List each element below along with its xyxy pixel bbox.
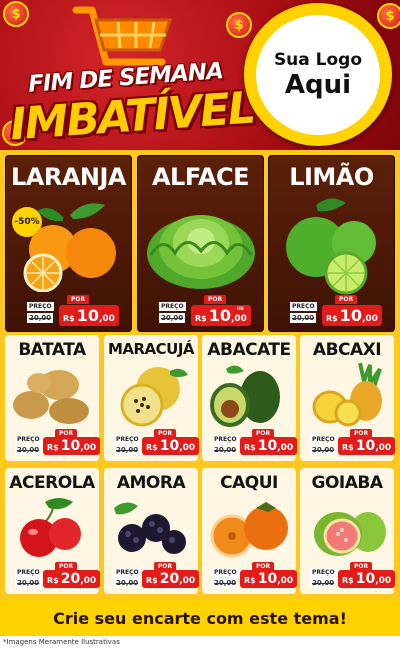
old-price: 20,00	[290, 313, 317, 323]
sale-price: R$ 10,00	[43, 437, 101, 455]
old-price: 20,00	[212, 445, 239, 455]
unit-label: UN	[237, 306, 244, 311]
disclaimer-bar: *Imagens Meramente Ilustrativas	[0, 636, 400, 650]
header-banner: $ $ $ $ FIM DE SEMANA IMBATÍVEL Sua Logo…	[0, 0, 400, 150]
sale-price: R$ 10,00	[322, 305, 382, 326]
logo-text-line1: Sua Logo	[273, 49, 363, 70]
featured-card: ALFACE PREÇO POR 20,00 R$ 10,00 UN	[137, 155, 264, 332]
old-price: 20,00	[114, 578, 141, 588]
old-price: 20,00	[114, 445, 141, 455]
acerola-icon	[20, 498, 81, 557]
orange-icon	[23, 203, 116, 292]
old-price: 20,00	[310, 578, 337, 588]
lettuce-icon	[147, 215, 255, 289]
product-name: LARANJA	[10, 163, 127, 191]
por-label: POR	[335, 295, 358, 304]
product-name: ALFACE	[151, 163, 250, 191]
sale-price: R$ 10,00	[338, 437, 396, 455]
logo-text-line2: Aqui	[284, 69, 352, 100]
coin-icon: $	[3, 1, 29, 27]
preco-label: PREÇO	[212, 435, 239, 444]
pineapple-icon	[312, 362, 382, 427]
price-tag: PREÇO POR 20,00 R$ 10,00 UN	[159, 295, 251, 328]
old-price: 20,00	[310, 445, 337, 455]
price-tag: PREÇO POR 20,00 R$ 10,00	[27, 295, 119, 328]
product-name: ACEROLA	[9, 473, 95, 493]
preco-label: PREÇO	[310, 568, 337, 577]
sale-price: R$ 10,00	[338, 570, 396, 588]
headline: FIM DE SEMANA IMBATÍVEL	[8, 55, 256, 150]
por-label: POR	[67, 295, 90, 304]
old-price: 20,00	[15, 578, 42, 588]
price-tag: PREÇO POR 20,00 R$ 10,00	[114, 429, 200, 457]
product-card: AMORA PREÇO POR 20,00 R$ 20,00	[104, 468, 200, 594]
product-card: ABACATE PREÇO POR 20,00 R$ 10,00	[202, 335, 298, 461]
price-tag: PREÇO POR 20,00 R$ 10,00	[212, 429, 298, 457]
preco-label: PREÇO	[310, 435, 337, 444]
coin-icon: $	[377, 3, 400, 29]
passionfruit-icon	[120, 367, 188, 427]
price-tag: PREÇO POR 20,00 R$ 10,00	[290, 295, 382, 328]
preco-label: PREÇO	[212, 568, 239, 577]
old-price: 20,00	[27, 313, 54, 323]
coin-icon: $	[226, 12, 252, 38]
por-label: POR	[204, 295, 227, 304]
preco-label: PREÇO	[15, 435, 42, 444]
product-name: MARACUJÁ	[107, 340, 195, 358]
product-grid: LARANJA -50% PREÇO POR 20,00 R$ 10,00 AL…	[0, 150, 400, 600]
sale-price: R$ 10,00	[59, 305, 119, 326]
price-tag: PREÇO POR 20,00 R$ 20,00	[114, 562, 200, 590]
avocado-icon	[210, 365, 280, 427]
price-tag: PREÇO POR 20,00 R$ 20,00	[15, 562, 101, 590]
price-tag: PREÇO POR 20,00 R$ 10,00	[212, 562, 298, 590]
product-card: ACEROLA PREÇO POR 20,00 R$ 20,00	[5, 468, 101, 594]
sale-price: R$ 10,00	[240, 570, 298, 588]
product-card: GOIABA PREÇO POR 20,00 R$ 10,00	[300, 468, 396, 594]
product-name: CAQUI	[220, 473, 278, 493]
cta-banner[interactable]: Crie seu encarte com este tema!	[0, 600, 400, 636]
product-name: BATATA	[18, 340, 86, 360]
lime-icon	[286, 198, 376, 295]
flyer: $ $ $ $ FIM DE SEMANA IMBATÍVEL Sua Logo…	[0, 0, 400, 650]
product-name: LIMÃO	[289, 163, 374, 191]
cta-text: Crie seu encarte com este tema!	[53, 608, 347, 628]
product-name: ABACATE	[207, 340, 291, 360]
preco-label: PREÇO	[159, 302, 186, 311]
price-tag: PREÇO POR 20,00 R$ 10,00	[15, 429, 101, 457]
preco-label: PREÇO	[15, 568, 42, 577]
price-tag: PREÇO POR 20,00 R$ 10,00	[310, 429, 396, 457]
blackberry-icon	[114, 502, 186, 554]
preco-label: PREÇO	[114, 435, 141, 444]
sale-price: R$ 10,00	[240, 437, 298, 455]
old-price: 20,00	[159, 313, 186, 323]
product-name: ABCAXI	[312, 340, 382, 360]
disclaimer-text: *Imagens Meramente Ilustrativas	[3, 638, 120, 646]
old-price: 20,00	[212, 578, 239, 588]
preco-label: PREÇO	[114, 568, 141, 577]
featured-card: LIMÃO PREÇO POR 20,00 R$ 10,00	[268, 155, 395, 332]
old-price: 20,00	[15, 445, 42, 455]
potato-icon	[13, 370, 89, 424]
sale-price: R$ 20,00	[43, 570, 101, 588]
product-card: MARACUJÁ PREÇO POR 20,00 R$ 10,00	[104, 335, 200, 461]
preco-label: PREÇO	[27, 302, 54, 311]
price-tag: PREÇO POR 20,00 R$ 10,00	[310, 562, 396, 590]
sale-price: R$ 10,00	[142, 437, 200, 455]
product-card: ABCAXI PREÇO POR 20,00 R$ 10,00	[300, 335, 396, 461]
product-card: CAQUI PREÇO POR 20,00 R$ 10,00	[202, 468, 298, 594]
product-name: GOIABA	[311, 473, 383, 493]
persimmon-icon	[210, 502, 288, 558]
featured-card: LARANJA -50% PREÇO POR 20,00 R$ 10,00	[5, 155, 132, 332]
product-card: BATATA PREÇO POR 20,00 R$ 10,00	[5, 335, 101, 461]
preco-label: PREÇO	[290, 302, 317, 311]
logo-placeholder: Sua Logo Aqui	[244, 3, 392, 146]
product-name: AMORA	[116, 473, 186, 493]
guava-icon	[314, 512, 386, 556]
sale-price: R$ 20,00	[142, 570, 200, 588]
